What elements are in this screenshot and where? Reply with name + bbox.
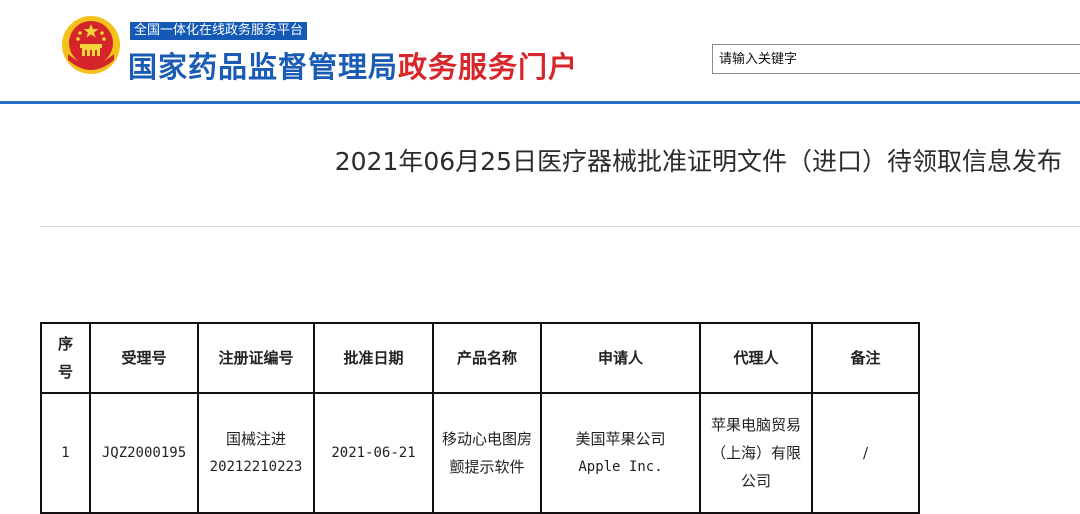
col-header-applicant: 申请人	[540, 322, 701, 394]
applicant-cn: 美国苹果公司	[575, 430, 666, 448]
col-header-product: 产品名称	[432, 322, 542, 394]
col-header-acceptance-no: 受理号	[89, 322, 199, 394]
page-title: 2021年06月25日医疗器械批准证明文件（进口）待领取信息发布	[334, 147, 1062, 176]
cell-remark: /	[811, 392, 920, 514]
cert-no-number: 20212210223	[209, 459, 303, 475]
cell-cert-no: 国械注进 20212210223	[197, 392, 315, 514]
col-header-remark: 备注	[811, 322, 920, 394]
col-header-cert-no: 注册证编号	[197, 322, 315, 394]
col-header-agent: 代理人	[699, 322, 813, 394]
table-header-row: 序号 受理号 注册证编号 批准日期 产品名称 申请人 代理人 备注	[40, 322, 920, 394]
national-emblem-icon[interactable]	[60, 14, 122, 76]
cell-approval-date: 2021-06-21	[313, 392, 434, 514]
cell-product: 移动心电图房颤提示软件	[432, 392, 542, 514]
cell-agent: 苹果电脑贸易（上海）有限公司	[699, 392, 813, 514]
cell-applicant: 美国苹果公司 Apple Inc.	[540, 392, 701, 514]
divider	[40, 226, 1080, 227]
site-title-portal: 政务服务门户	[398, 50, 579, 84]
col-header-index: 序号	[40, 322, 91, 394]
site-header: 全国一体化在线政务服务平台 国家药品监督管理局政务服务门户	[0, 0, 1080, 104]
applicant-en: Apple Inc.	[578, 459, 663, 475]
cell-acceptance-no: JQZ2000195	[89, 392, 199, 514]
table-row: 1 JQZ2000195 国械注进 20212210223 2021-06-21…	[40, 392, 920, 514]
cell-index: 1	[40, 392, 91, 514]
search-input[interactable]	[712, 44, 1080, 74]
site-title-agency: 国家药品监督管理局	[128, 50, 399, 84]
site-title[interactable]: 国家药品监督管理局政务服务门户	[128, 44, 578, 86]
col-header-approval-date: 批准日期	[313, 322, 434, 394]
cert-no-prefix: 国械注进	[225, 430, 286, 448]
platform-tag[interactable]: 全国一体化在线政务服务平台	[130, 22, 308, 40]
approval-table: 序号 受理号 注册证编号 批准日期 产品名称 申请人 代理人 备注 1 JQZ2…	[40, 322, 920, 514]
